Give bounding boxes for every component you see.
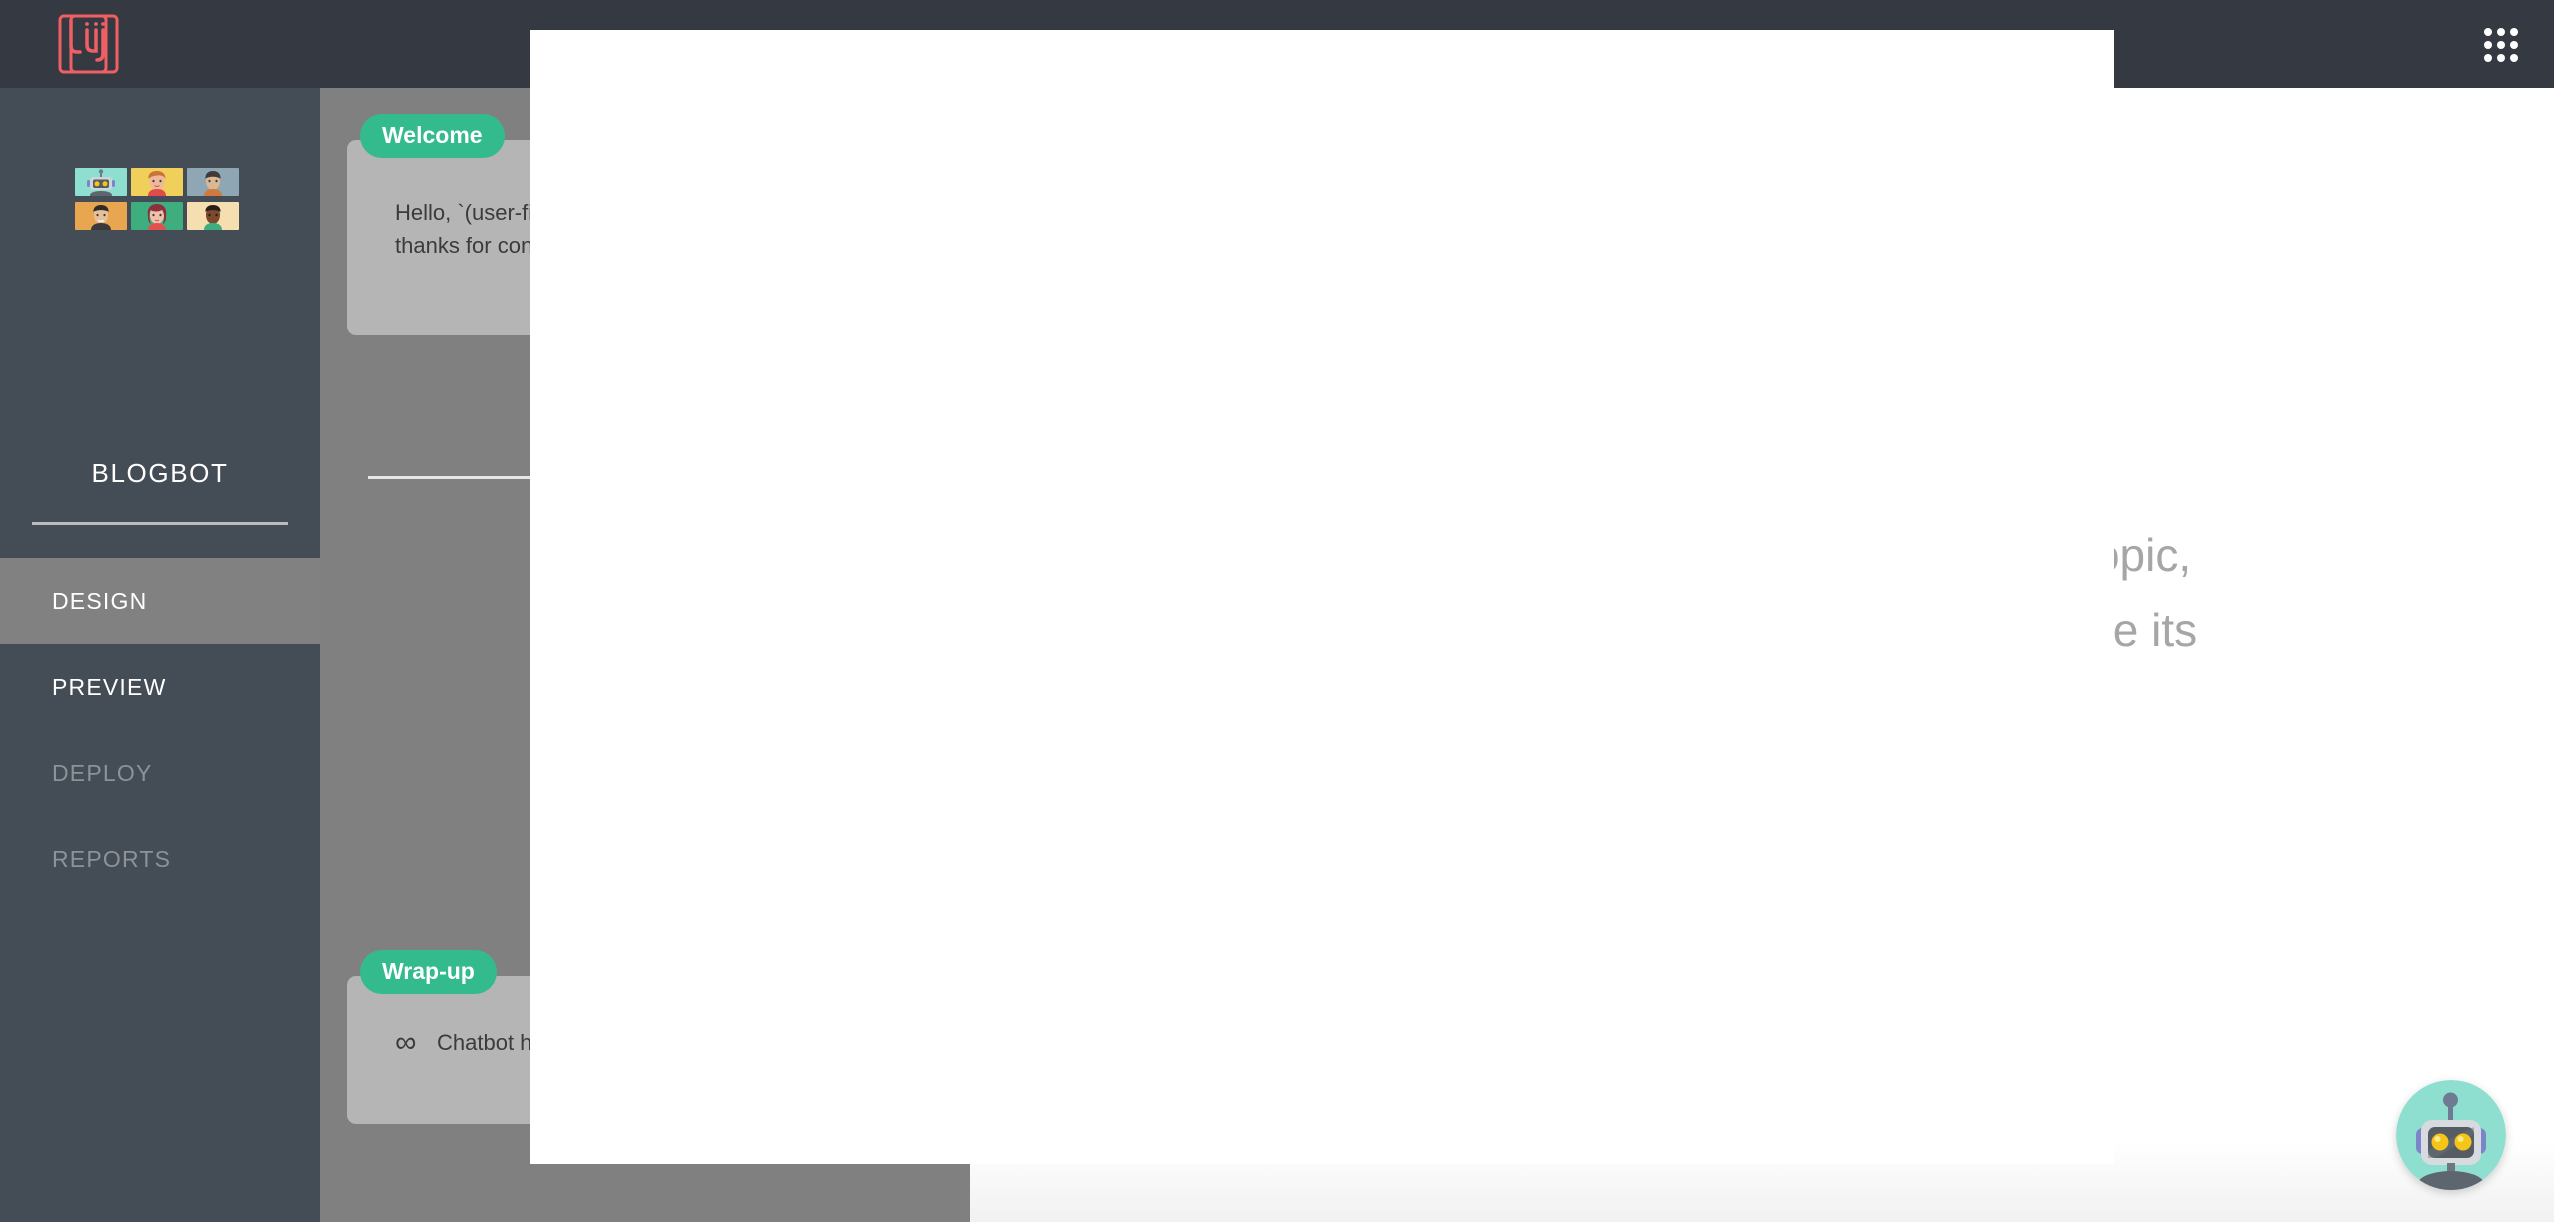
topic-badge-welcome: Welcome (360, 114, 505, 158)
sidebar: BLOGBOT DESIGN PREVIEW DEPLOY REPORTS </… (0, 88, 320, 1222)
topic-badge-wrap-up: Wrap-up (360, 950, 497, 994)
chatbot-avatar-icon[interactable] (2396, 1080, 2506, 1190)
avatar-person-slate[interactable] (187, 168, 239, 196)
grid-dot (2484, 41, 2492, 49)
bot-name-underline (32, 522, 288, 525)
sidebar-item-reports[interactable]: REPORTS (0, 816, 320, 902)
grid-dot (2497, 54, 2505, 62)
grid-dot (2497, 41, 2505, 49)
juji-logo[interactable] (58, 14, 120, 76)
avatar-gallery (75, 168, 247, 230)
sidebar-item-deploy[interactable]: DEPLOY (0, 730, 320, 816)
primary-nav: MAIN CHAT FLOW Q&A BOARD CHATBOT SETTING… (320, 0, 2450, 1164)
avatar-woman-green[interactable] (131, 202, 183, 230)
apps-grid-icon[interactable] (2478, 22, 2522, 66)
grid-dot (2497, 28, 2505, 36)
avatar-woman-yellow[interactable] (131, 168, 183, 196)
top-navigation-bar: MAIN CHAT FLOW Q&A BOARD CHATBOT SETTING… (0, 0, 2554, 1164)
bot-name-title: BLOGBOT (91, 458, 229, 488)
avatar-robot-teal[interactable] (75, 168, 127, 196)
infinity-icon: ∞ (395, 1026, 417, 1059)
grid-dot (2510, 54, 2518, 62)
nav-tab-main-chat-flow[interactable]: MAIN CHAT FLOW (530, 30, 2114, 1164)
grid-dot (2484, 54, 2492, 62)
avatar-man-orange[interactable] (75, 202, 127, 230)
sidebar-menu: DESIGN PREVIEW DEPLOY REPORTS (0, 558, 320, 902)
sidebar-item-design[interactable]: DESIGN (0, 558, 320, 644)
app-root: MAIN CHAT FLOW Q&A BOARD CHATBOT SETTING… (0, 0, 2554, 1222)
juji-logo-icon (58, 14, 119, 74)
grid-dot (2510, 28, 2518, 36)
avatar-person-cream[interactable] (187, 202, 239, 230)
grid-dot (2484, 28, 2492, 36)
sidebar-item-preview[interactable]: PREVIEW (0, 644, 320, 730)
grid-dot (2510, 41, 2518, 49)
